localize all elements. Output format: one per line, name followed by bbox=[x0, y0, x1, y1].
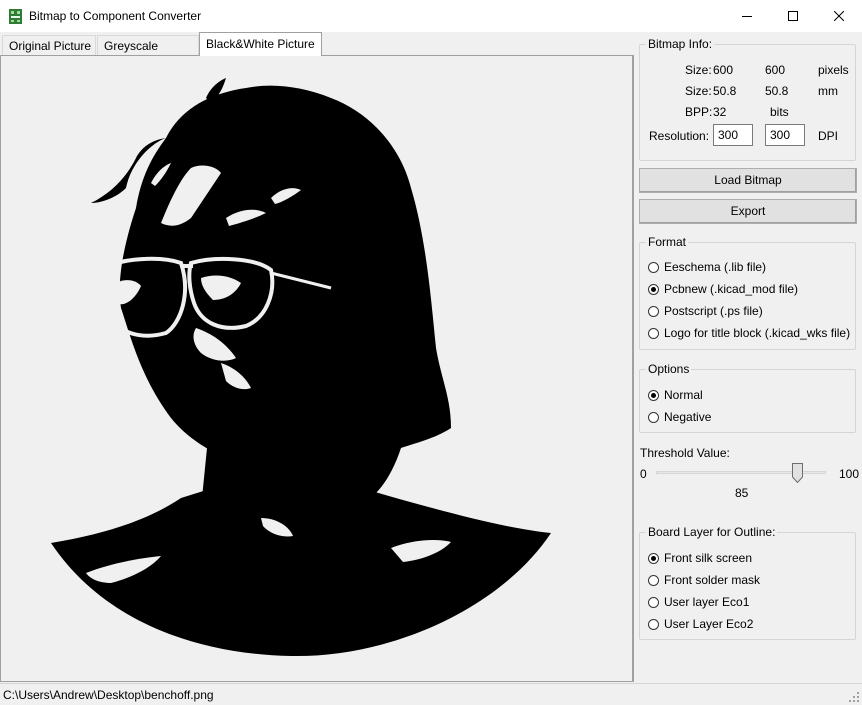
size-mm-height: 50.8 bbox=[765, 84, 789, 98]
bpp-label: BPP: bbox=[685, 105, 713, 119]
resolution-unit: DPI bbox=[818, 129, 839, 143]
radio-unchecked-icon bbox=[648, 261, 659, 273]
size-px-label: Size: bbox=[685, 63, 712, 77]
format-option-label: Postscript (.ps file) bbox=[664, 304, 763, 318]
resolution-label: Resolution: bbox=[649, 129, 710, 143]
radio-unchecked-icon bbox=[648, 574, 659, 586]
options-title: Options bbox=[646, 362, 692, 376]
threshold-label: Threshold Value: bbox=[640, 446, 730, 460]
size-mm-unit: mm bbox=[818, 84, 838, 98]
layer-front-solder-mask[interactable]: Front solder mask bbox=[648, 572, 760, 588]
maximize-icon bbox=[788, 11, 798, 21]
layer-option-label: Front solder mask bbox=[664, 573, 761, 587]
format-group: Format Eeschema (.lib file) Pcbnew (.kic… bbox=[639, 235, 856, 350]
threshold-max: 100 bbox=[839, 467, 860, 481]
load-bitmap-button[interactable]: Load Bitmap bbox=[639, 168, 857, 193]
status-bar: C:\Users\Andrew\Desktop\benchoff.png bbox=[0, 683, 862, 705]
threshold-min: 0 bbox=[640, 467, 647, 481]
window-title: Bitmap to Component Converter bbox=[29, 9, 202, 23]
export-button[interactable]: Export bbox=[639, 199, 857, 224]
title-bar: Bitmap to Component Converter bbox=[0, 0, 862, 32]
bw-portrait-image bbox=[51, 78, 551, 657]
layer-option-label: User layer Eco1 bbox=[664, 595, 750, 609]
option-label: Normal bbox=[664, 388, 703, 402]
threshold-slider-thumb[interactable] bbox=[792, 463, 803, 483]
file-path-status: C:\Users\Andrew\Desktop\benchoff.png bbox=[3, 688, 214, 702]
layer-option-label: Front silk screen bbox=[664, 551, 753, 565]
resolution-x-field[interactable]: 300 bbox=[713, 124, 753, 146]
tab-greyscale-picture[interactable]: Greyscale Picture bbox=[97, 35, 199, 67]
radio-checked-icon bbox=[648, 283, 659, 295]
format-option-label: Pcbnew (.kicad_mod file) bbox=[664, 282, 799, 296]
layer-front-silk-screen[interactable]: Front silk screen bbox=[648, 550, 752, 566]
threshold-value: 85 bbox=[735, 486, 749, 500]
bitmap-preview-panel bbox=[0, 55, 634, 682]
option-normal[interactable]: Normal bbox=[648, 387, 703, 403]
size-mm-width: 50.8 bbox=[713, 84, 737, 98]
bpp-unit: bits bbox=[770, 105, 789, 119]
board-layer-group: Board Layer for Outline: Front silk scre… bbox=[639, 525, 856, 640]
format-option-postscript[interactable]: Postscript (.ps file) bbox=[648, 303, 763, 319]
close-button[interactable] bbox=[816, 0, 862, 32]
option-label: Negative bbox=[664, 410, 712, 424]
options-group: Options Normal Negative bbox=[639, 362, 856, 433]
format-option-pcbnew[interactable]: Pcbnew (.kicad_mod file) bbox=[648, 281, 798, 297]
size-mm-label: Size: bbox=[685, 84, 712, 98]
size-px-width: 600 bbox=[713, 63, 734, 77]
minimize-icon bbox=[742, 16, 752, 17]
maximize-button[interactable] bbox=[770, 0, 816, 32]
radio-unchecked-icon bbox=[648, 618, 659, 630]
tab-black-white-picture[interactable]: Black&White Picture bbox=[199, 32, 322, 56]
layer-user-eco2[interactable]: User Layer Eco2 bbox=[648, 616, 753, 632]
format-title: Format bbox=[646, 235, 689, 249]
resolution-y-field[interactable]: 300 bbox=[765, 124, 805, 146]
radio-checked-icon bbox=[648, 389, 659, 401]
format-option-eeschema[interactable]: Eeschema (.lib file) bbox=[648, 259, 766, 275]
radio-unchecked-icon bbox=[648, 305, 659, 317]
format-option-label: Logo for title block (.kicad_wks file) bbox=[664, 326, 851, 340]
close-icon bbox=[834, 11, 844, 21]
tab-original-picture[interactable]: Original Picture bbox=[2, 35, 96, 56]
client-area: Original Picture Greyscale Picture Black… bbox=[0, 32, 862, 683]
size-px-unit: pixels bbox=[818, 63, 849, 77]
resize-grip-icon[interactable] bbox=[848, 691, 860, 703]
format-option-logo[interactable]: Logo for title block (.kicad_wks file) bbox=[648, 325, 850, 341]
radio-checked-icon bbox=[648, 552, 659, 564]
format-option-label: Eeschema (.lib file) bbox=[664, 260, 767, 274]
layer-user-eco1[interactable]: User layer Eco1 bbox=[648, 594, 749, 610]
bpp-value: 32 bbox=[713, 105, 727, 119]
radio-unchecked-icon bbox=[648, 596, 659, 608]
minimize-button[interactable] bbox=[724, 0, 770, 32]
board-layer-title: Board Layer for Outline: bbox=[646, 525, 778, 539]
bitmap-info-title: Bitmap Info: bbox=[646, 37, 715, 51]
layer-option-label: User Layer Eco2 bbox=[664, 617, 754, 631]
size-px-height: 600 bbox=[765, 63, 786, 77]
option-negative[interactable]: Negative bbox=[648, 409, 711, 425]
kicad-bitmap-icon bbox=[9, 9, 22, 24]
radio-unchecked-icon bbox=[648, 411, 659, 423]
radio-unchecked-icon bbox=[648, 327, 659, 339]
